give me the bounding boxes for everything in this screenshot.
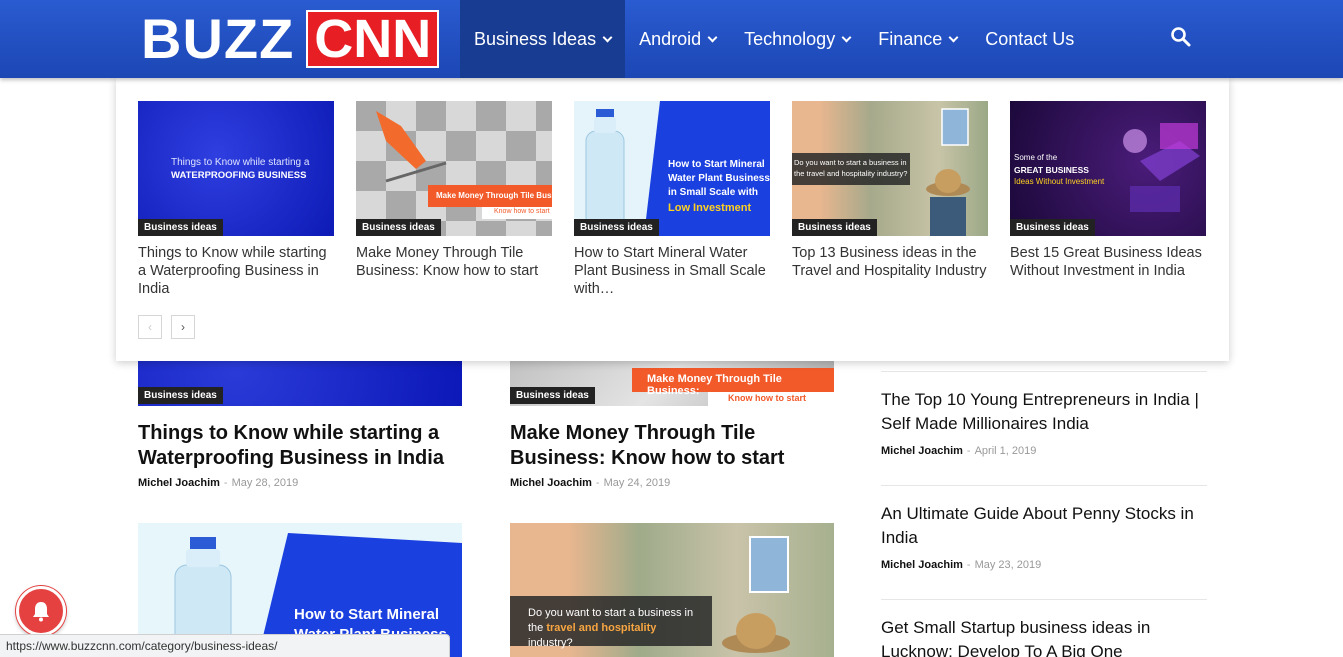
post-author[interactable]: Michel Joachim (881, 559, 963, 571)
mega-menu-card[interactable]: Make Money Through Tile Business: Know h… (356, 101, 552, 280)
nav-finance[interactable]: Finance (864, 0, 971, 78)
nav-label: Business Ideas (474, 28, 597, 49)
card-thumbnail[interactable]: Do you want to start a business in the t… (792, 101, 988, 236)
post-date: April 1, 2019 (974, 445, 1037, 457)
image-text: How to Start Mineral (294, 606, 440, 623)
chevron-down-icon (948, 32, 959, 42)
category-tag[interactable]: Business ideas (138, 387, 223, 404)
chevron-down-icon (841, 32, 852, 42)
mega-menu-card[interactable]: How to Start Mineral Water Plant Busines… (574, 101, 770, 298)
mega-menu-dropdown: Things to Know while starting a WATERPRO… (116, 78, 1229, 361)
thumb-text: Do you want to start a business in (794, 158, 907, 167)
category-tag[interactable]: Business ideas (1010, 219, 1095, 236)
image-caption-box: Do you want to start a business in the t… (510, 596, 712, 649)
image-banner: Make Money Through Tile Business: (632, 368, 834, 397)
mega-menu-card[interactable]: Do you want to start a business in the t… (792, 101, 988, 280)
sidebar-post-title[interactable]: The Top 10 Young Entrepreneurs in India … (881, 388, 1201, 436)
post-title[interactable]: Make Money Through Tile Business: Know h… (510, 421, 810, 471)
nav-android[interactable]: Android (625, 0, 730, 78)
sidebar-divider (881, 485, 1207, 486)
notification-bell-button[interactable] (16, 586, 66, 636)
post-date: May 28, 2019 (231, 477, 299, 489)
thumb-text: Water Plant Business (668, 173, 770, 184)
post-author[interactable]: Michel Joachim (881, 445, 963, 457)
sidebar-divider (881, 599, 1207, 600)
search-icon[interactable] (1170, 26, 1192, 48)
sidebar-post-title[interactable]: Get Small Startup business ideas in Luck… (881, 616, 1201, 657)
thumb-text: Ideas Without Investment (1014, 177, 1105, 186)
post-image-travel[interactable]: Do you want to start a business in the t… (510, 523, 834, 657)
post-meta: Michel Joachim - May 28, 2019 (138, 477, 299, 489)
browser-status-url: https://www.buzzcnn.com/category/busines… (0, 634, 450, 657)
card-thumbnail[interactable]: Things to Know while starting a WATERPRO… (138, 101, 334, 236)
logo-text-cnn: CNN (306, 10, 440, 68)
mega-menu-card[interactable]: Some of the GREAT BUSINESS Ideas Without… (1010, 101, 1206, 280)
thumb-text: WATERPROOFING BUSINESS (171, 170, 307, 181)
thumb-text: in Small Scale with (668, 187, 759, 198)
logo-text-buzz: BUZZ (141, 7, 295, 70)
main-nav: Business Ideas Android Technology Financ… (460, 0, 1088, 78)
card-thumbnail[interactable]: Some of the GREAT BUSINESS Ideas Without… (1010, 101, 1206, 236)
next-page-button[interactable]: › (171, 315, 195, 339)
sidebar-post-meta: Michel Joachim - April 1, 2019 (881, 445, 1037, 457)
thumb-text: the travel and hospitality industry? (794, 169, 908, 178)
image-text: Do you want to start a business in (528, 607, 694, 619)
category-tag[interactable]: Business ideas (574, 219, 659, 236)
thumb-text: Low Investment (668, 202, 752, 214)
thumb-text: Things to Know while starting a (171, 157, 310, 168)
post-author[interactable]: Michel Joachim (510, 477, 592, 489)
nav-label: Contact Us (985, 28, 1075, 49)
site-header: BUZZ CNN Business Ideas Android Technolo… (0, 0, 1343, 78)
sidebar-post-meta: Michel Joachim - May 23, 2019 (881, 559, 1042, 571)
bell-icon (33, 602, 49, 622)
sidebar-post-title[interactable]: An Ultimate Guide About Penny Stocks in … (881, 502, 1201, 550)
thumb-text: GREAT BUSINESS (1014, 165, 1089, 175)
chevron-down-icon (707, 32, 718, 42)
mega-menu-card[interactable]: Things to Know while starting a WATERPRO… (138, 101, 334, 298)
card-thumbnail[interactable]: Make Money Through Tile Business: Know h… (356, 101, 552, 236)
prev-page-button[interactable]: ‹ (138, 315, 162, 339)
image-banner-sub: Know how to start (708, 392, 834, 406)
post-meta: Michel Joachim - May 24, 2019 (510, 477, 671, 489)
thumb-banner: Make Money Through Tile Business: (428, 185, 552, 207)
nav-contact-us[interactable]: Contact Us (971, 0, 1088, 78)
category-tag[interactable]: Business ideas (138, 219, 223, 236)
card-title[interactable]: Best 15 Great Business Ideas Without Inv… (1010, 244, 1206, 280)
nav-label: Technology (744, 28, 836, 49)
card-title[interactable]: Things to Know while starting a Waterpro… (138, 244, 334, 298)
category-tag[interactable]: Business ideas (510, 387, 595, 404)
nav-technology[interactable]: Technology (730, 0, 864, 78)
nav-business-ideas[interactable]: Business Ideas (460, 0, 626, 78)
card-title[interactable]: Top 13 Business ideas in the Travel and … (792, 244, 988, 280)
post-date: May 24, 2019 (603, 477, 671, 489)
post-title[interactable]: Things to Know while starting a Waterpro… (138, 421, 458, 471)
category-tag[interactable]: Business ideas (356, 219, 441, 236)
post-date: May 23, 2019 (974, 559, 1042, 571)
post-author[interactable]: Michel Joachim (138, 477, 220, 489)
image-text-line: the travel and hospitality industry? (528, 622, 657, 649)
thumb-text: Some of the (1014, 153, 1058, 162)
thumb-text: How to Start Mineral (668, 159, 765, 170)
chevron-right-icon: › (181, 320, 185, 334)
category-tag[interactable]: Business ideas (792, 219, 877, 236)
thumb-banner-sub: Know how to start (482, 207, 552, 219)
nav-label: Android (639, 28, 702, 49)
chevron-down-icon (602, 32, 613, 42)
thumb-caption-box: Do you want to start a business in the t… (792, 153, 910, 185)
card-title[interactable]: Make Money Through Tile Business: Know h… (356, 244, 552, 280)
card-title[interactable]: How to Start Mineral Water Plant Busines… (574, 244, 770, 298)
card-thumbnail[interactable]: How to Start Mineral Water Plant Busines… (574, 101, 770, 236)
site-logo[interactable]: BUZZ CNN (141, 7, 440, 70)
nav-label: Finance (878, 28, 943, 49)
chevron-left-icon: ‹ (148, 320, 152, 334)
sidebar-divider (881, 371, 1207, 372)
